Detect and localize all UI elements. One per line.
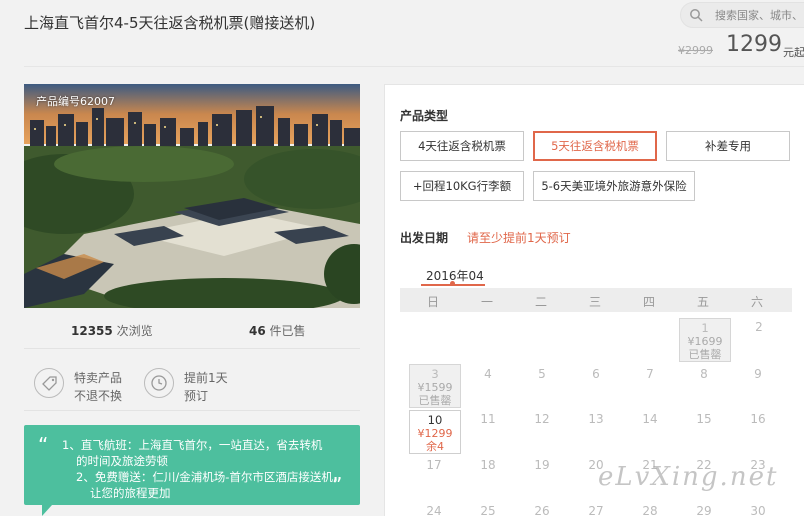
header-divider xyxy=(24,66,804,67)
search-icon xyxy=(690,9,703,22)
day-price: ¥1699 xyxy=(687,335,723,348)
day-number: 3 xyxy=(431,367,439,381)
day-number: 1 xyxy=(701,321,709,335)
sold-stat: 46 件已售 xyxy=(249,322,306,339)
day-status: 余4 xyxy=(426,440,444,453)
calendar-day: 15 xyxy=(696,412,712,426)
views-stat: 12355 次浏览 xyxy=(71,322,153,339)
close-quote-icon: ” xyxy=(332,473,343,497)
stats-divider xyxy=(24,348,360,349)
calendar-cell-10[interactable]: 10 ¥1299 余4 xyxy=(409,410,461,454)
weekday-sun: 日 xyxy=(426,295,439,309)
product-code: 产品编号62007 xyxy=(36,95,115,108)
feature-line: 预订 xyxy=(184,389,209,403)
calendar-day: 12 xyxy=(534,412,550,426)
product-photo: 产品编号62007 xyxy=(24,84,360,308)
booking-hint: 请至少提前1天预订 xyxy=(467,231,571,245)
tag-icon xyxy=(34,368,64,398)
calendar-day: 28 xyxy=(642,504,658,516)
highlights-box: “ 1、直飞航班：上海直飞首尔，一站直达，省去转机 的时间及旅途劳顿 2、免费赠… xyxy=(24,425,360,505)
highlights-tail xyxy=(42,505,52,516)
feature-line: 特卖产品 xyxy=(74,371,123,385)
option-price-difference[interactable]: 补差专用 xyxy=(666,131,790,161)
calendar-cell-1: 1 ¥1699 已售罄 xyxy=(679,318,731,362)
calendar-day: 25 xyxy=(480,504,496,516)
weekday-thu: 四 xyxy=(642,295,655,309)
day-number: 10 xyxy=(427,413,443,427)
calendar-day: 29 xyxy=(696,504,712,516)
current-price: 1299 xyxy=(726,32,782,57)
calendar-day: 30 xyxy=(750,504,766,516)
calendar-day: 2 xyxy=(755,320,763,334)
calendar-day: 27 xyxy=(588,504,604,516)
calendar-day: 11 xyxy=(480,412,496,426)
highlight-line: 1、直飞航班：上海直飞首尔，一站直达，省去转机 xyxy=(62,438,323,452)
price-unit: 元起 xyxy=(783,46,804,59)
feature-line: 不退不换 xyxy=(74,389,123,403)
clock-icon xyxy=(144,368,174,398)
departure-date-label: 出发日期 xyxy=(400,231,449,245)
option-4day-ticket[interactable]: 4天往返含税机票 xyxy=(400,131,524,161)
search-box[interactable] xyxy=(680,2,804,28)
month-tab[interactable]: 2016年04 xyxy=(426,267,484,284)
calendar-day: 4 xyxy=(484,367,492,381)
sold-label: 件已售 xyxy=(269,324,306,338)
calendar-day: 19 xyxy=(534,458,550,472)
page-title: 上海直飞首尔4-5天往返含税机票(赠接送机) xyxy=(24,14,316,32)
calendar-day: 8 xyxy=(700,367,708,381)
month-marker xyxy=(450,281,455,286)
calendar-day: 13 xyxy=(588,412,604,426)
calendar-day: 7 xyxy=(646,367,654,381)
weekday-tue: 二 xyxy=(534,295,547,309)
highlight-line: 2、免费赠送：仁川/金浦机场-首尔市区酒店接送机， xyxy=(76,470,345,484)
sold-count: 46 xyxy=(249,324,266,338)
palace-photo xyxy=(24,84,360,308)
highlight-line: 的时间及旅途劳顿 xyxy=(76,454,168,468)
product-type-label: 产品类型 xyxy=(400,109,449,123)
search-input[interactable] xyxy=(715,6,804,24)
calendar-day: 14 xyxy=(642,412,658,426)
option-travel-insurance[interactable]: 5-6天美亚境外旅游意外保险 xyxy=(533,171,695,201)
weekday-wed: 三 xyxy=(588,295,601,309)
views-label: 次浏览 xyxy=(116,324,153,338)
calendar-day: 6 xyxy=(592,367,600,381)
calendar-day: 16 xyxy=(750,412,766,426)
day-price: ¥1299 xyxy=(417,427,453,440)
calendar-day: 18 xyxy=(480,458,496,472)
calendar-cell-3: 3 ¥1599 已售罄 xyxy=(409,364,461,408)
day-status: 已售罄 xyxy=(418,394,452,407)
day-status: 已售罄 xyxy=(688,348,722,361)
calendar-day: 9 xyxy=(754,367,762,381)
calendar-day: 5 xyxy=(538,367,546,381)
feature-line: 提前1天 xyxy=(184,371,228,385)
watermark: eLvXing.net xyxy=(598,462,779,492)
open-quote-icon: “ xyxy=(38,433,49,457)
highlight-line: 让您的旅程更加 xyxy=(90,486,171,500)
option-extra-baggage[interactable]: +回程10KG行李额 xyxy=(400,171,524,201)
day-price: ¥1599 xyxy=(417,381,453,394)
weekday-fri: 五 xyxy=(696,295,709,309)
option-5day-ticket[interactable]: 5天往返含税机票 xyxy=(533,131,657,161)
feature-divider xyxy=(24,410,360,411)
calendar-day: 24 xyxy=(426,504,442,516)
views-count: 12355 xyxy=(71,324,113,338)
calendar-day: 17 xyxy=(426,458,442,472)
original-price: ¥2999 xyxy=(678,44,713,57)
weekday-mon: 一 xyxy=(480,295,493,309)
calendar-day: 26 xyxy=(534,504,550,516)
weekday-sat: 六 xyxy=(750,295,763,309)
